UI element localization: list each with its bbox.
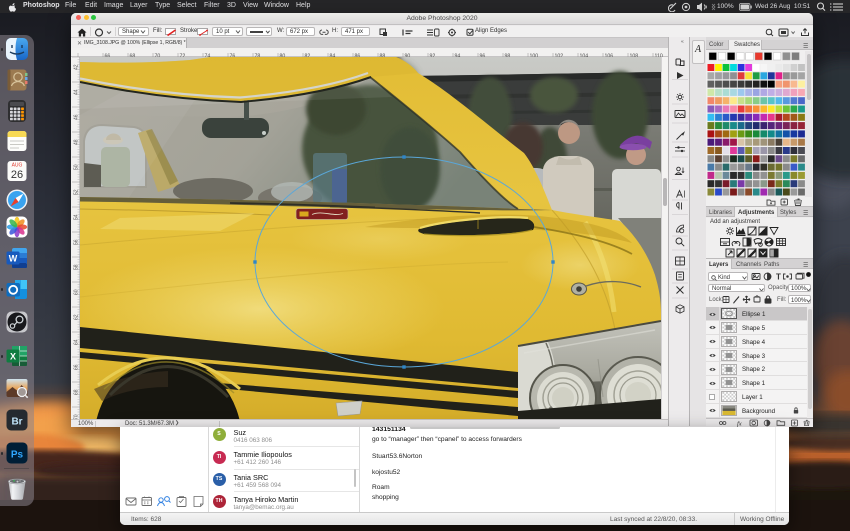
svg-text:Br: Br — [11, 417, 22, 428]
svg-text:X: X — [9, 352, 15, 362]
svg-text:Ps: Ps — [10, 450, 23, 461]
svg-text:64: 64 — [74, 339, 80, 345]
svg-text:26: 26 — [10, 169, 22, 181]
svg-text:62: 62 — [74, 314, 80, 320]
svg-text:58: 58 — [74, 264, 80, 270]
svg-text:46: 46 — [74, 114, 80, 120]
svg-text:68: 68 — [74, 389, 80, 395]
svg-text:52: 52 — [74, 189, 80, 195]
svg-text:48: 48 — [74, 139, 80, 145]
svg-text:54: 54 — [74, 214, 80, 220]
svg-text:AUG: AUG — [11, 163, 22, 169]
svg-text:60: 60 — [74, 289, 80, 295]
svg-text:42: 42 — [74, 64, 80, 70]
svg-text:44: 44 — [74, 89, 80, 95]
svg-text:50: 50 — [74, 164, 80, 170]
svg-text:66: 66 — [74, 364, 80, 370]
svg-text:T: T — [776, 273, 781, 282]
svg-text:56: 56 — [74, 239, 80, 245]
svg-text:W: W — [8, 254, 17, 264]
